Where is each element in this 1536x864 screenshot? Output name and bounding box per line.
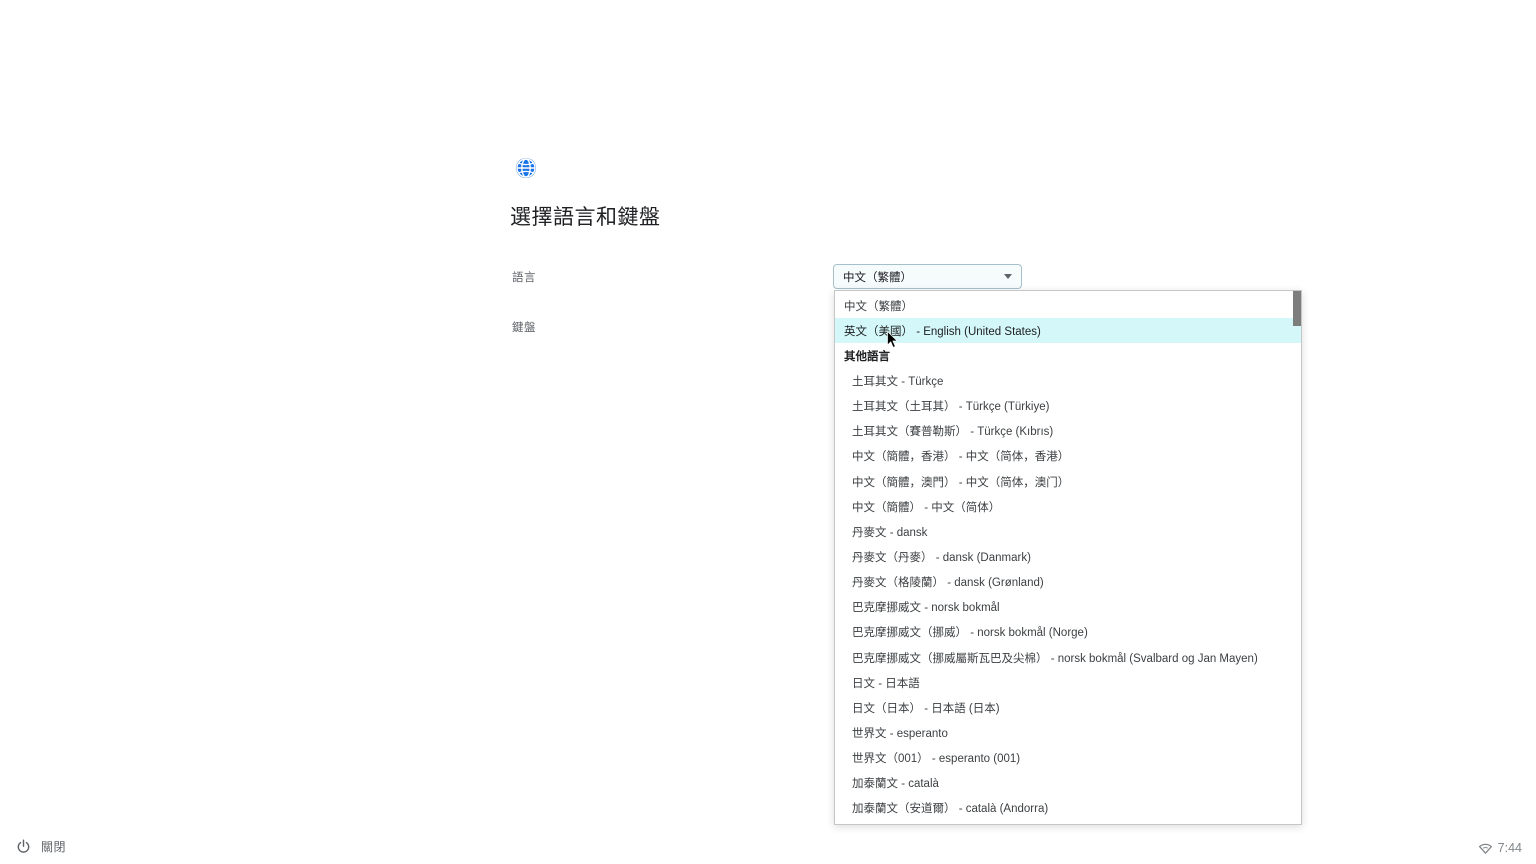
language-option[interactable]: 巴克摩挪威文 - norsk bokmål <box>835 595 1301 620</box>
language-option[interactable]: 中文（繁體） <box>835 293 1301 318</box>
language-option[interactable]: 土耳其文（賽普勒斯） - Türkçe (Kıbrıs) <box>835 419 1301 444</box>
scrollbar-thumb[interactable] <box>1293 291 1301 326</box>
clock: 7:44 <box>1498 841 1522 855</box>
language-option[interactable]: 丹麥文 - dansk <box>835 519 1301 544</box>
power-icon <box>16 839 31 854</box>
language-option[interactable]: 加泰蘭文 - català <box>835 771 1301 796</box>
language-label: 語言 <box>512 269 536 285</box>
chevron-down-icon <box>1004 274 1012 279</box>
language-option-highlighted[interactable]: 英文（美國） - English (United States) <box>835 318 1301 343</box>
status-tray: 7:44 <box>1478 841 1522 855</box>
wifi-icon <box>1478 842 1493 855</box>
language-option[interactable]: 中文（簡體，香港） - 中文（简体，香港） <box>835 444 1301 469</box>
language-option[interactable]: 世界文（001） - esperanto (001) <box>835 746 1301 771</box>
globe-icon <box>514 156 538 180</box>
language-dropdown-list: 中文（繁體） 英文（美國） - English (United States) … <box>834 290 1302 825</box>
page-title: 選擇語言和鍵盤 <box>510 201 661 231</box>
language-option[interactable]: 中文（簡體） - 中文（简体） <box>835 494 1301 519</box>
language-option[interactable]: 加泰蘭文（安道爾） - català (Andorra) <box>835 796 1301 821</box>
language-option[interactable]: 土耳其文（土耳其） - Türkçe (Türkiye) <box>835 394 1301 419</box>
keyboard-label: 鍵盤 <box>512 319 536 335</box>
shutdown-button[interactable]: 關閉 <box>16 838 66 855</box>
language-option[interactable]: 丹麥文（丹麥） - dansk (Danmark) <box>835 544 1301 569</box>
mouse-cursor <box>887 331 899 349</box>
language-option[interactable]: 巴克摩挪威文（挪威屬斯瓦巴及尖棉） - norsk bokmål (Svalba… <box>835 645 1301 670</box>
language-option[interactable]: 日文 - 日本語 <box>835 670 1301 695</box>
language-option[interactable]: 丹麥文（格陵蘭） - dansk (Grønland) <box>835 570 1301 595</box>
language-option[interactable]: 巴克摩挪威文（挪威） - norsk bokmål (Norge) <box>835 620 1301 645</box>
language-option[interactable]: 世界文 - esperanto <box>835 720 1301 745</box>
language-group-header: 其他語言 <box>835 343 1301 368</box>
language-select[interactable]: 中文（繁體） <box>833 264 1022 289</box>
language-select-value: 中文（繁體） <box>843 269 912 285</box>
language-option[interactable]: 日文（日本） - 日本語 (日本) <box>835 695 1301 720</box>
shutdown-label: 關閉 <box>41 838 66 855</box>
language-option[interactable]: 土耳其文 - Türkçe <box>835 368 1301 393</box>
language-option[interactable]: 中文（簡體，澳門） - 中文（简体，澳门） <box>835 469 1301 494</box>
